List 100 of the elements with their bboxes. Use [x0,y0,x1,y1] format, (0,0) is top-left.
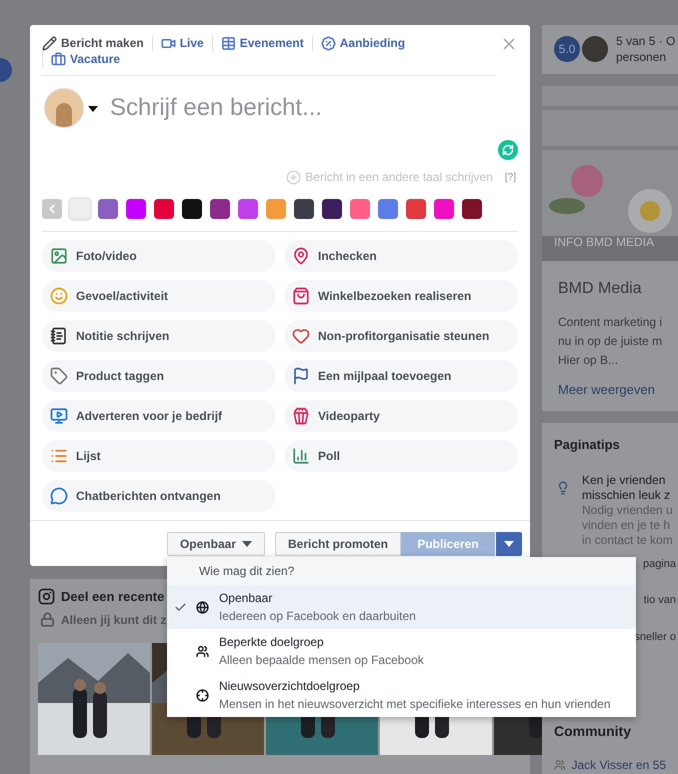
background-swatch[interactable] [406,199,426,219]
notebook-icon [50,327,68,345]
publish-options-button[interactable] [496,532,522,556]
card-subtitle: Alleen jij kunt dit z [61,612,166,628]
background-swatch[interactable] [322,199,342,219]
background-swatch[interactable] [350,199,370,219]
globe-icon [196,600,210,614]
post-option-button[interactable]: Adverteren voor je bedrijf [42,400,276,432]
composer-tab[interactable]: Evenement [212,35,312,51]
tip-description: Nodig vrienden u [582,502,673,518]
community-text: Jack Visser en 55 [572,757,666,774]
background-swatch[interactable] [210,199,230,219]
percent-badge-icon [320,36,336,50]
option-title: Nieuwsoverzichtdoelgroep [218,678,361,695]
page-description: Content marketing i [558,314,662,330]
lightbulb-icon [556,480,570,494]
rating-score: 5.0 [554,36,580,62]
option-description: Iedereen op Facebook en daarbuiten [218,608,416,625]
post-option-button[interactable]: Inchecken [284,240,518,272]
list-icon [50,447,68,465]
post-option-button[interactable]: Lijst [42,440,276,472]
audience-option[interactable]: Nieuwsoverzichtdoelgroep Mensen in het nieuwsoverzicht met specifieke interesses en hun vrienden [166,673,636,717]
page-description: Hier op B... [558,352,620,368]
promote-button[interactable]: Bericht promoten [274,532,401,556]
messenger-icon [50,487,68,505]
tag-icon [50,367,68,385]
composer-tab[interactable]: Live [152,35,212,51]
privacy-button[interactable]: Openbaar [166,532,265,556]
people-icon [554,758,566,772]
background-swatch[interactable] [434,199,454,219]
background-swatch[interactable] [238,199,258,219]
instagram-icon [38,588,55,606]
partial-text: tio van [644,593,676,608]
calendar-grid-icon [220,36,236,50]
card-title: Paginatips [553,436,621,454]
background-swatch[interactable] [378,199,398,219]
composer-tab[interactable]: Vacature [42,51,128,67]
check-icon [174,600,187,614]
background-swatch[interactable] [98,199,118,219]
post-option-button[interactable]: Product taggen [42,360,276,392]
image-caption: INFO BMD MEDIA [554,234,654,250]
audience-option[interactable]: Openbaar Iedereen op Facebook en daarbuiten [166,585,636,629]
post-option-button[interactable]: Gevoel/activiteit [42,280,276,312]
rating-text: 5 van 5 · O [616,33,676,50]
grammar-assistant-icon[interactable] [498,140,518,160]
shopping-bag-icon [292,287,310,305]
poll-icon [292,447,310,465]
plus-icon [286,170,302,184]
lock-icon [40,612,55,627]
post-text-field[interactable]: Schrijf een bericht... [110,88,516,128]
target-icon [196,688,210,702]
tip-description: in contact te kom [582,532,673,548]
map-pin-icon [292,247,310,265]
post-option-button[interactable]: Videoparty [284,400,518,432]
post-option-button[interactable]: Non-profitorganisatie steunen [284,320,518,352]
monitor-icon [50,407,68,425]
popcorn-icon [292,407,310,425]
smiley-icon [50,287,68,305]
partial-text: pagina [642,556,676,572]
page-description: nu in op de juiste m [558,332,662,350]
background-swatch[interactable] [462,199,482,219]
card-title: Deel een recente [61,588,164,606]
post-option-button[interactable]: Chatberichten ontvangen [42,480,276,512]
rating-subtext: personen [616,49,668,66]
tip-description: vinden en je te h [582,518,672,532]
composer-tab[interactable]: Aanbieding [312,35,414,51]
flag-icon [292,367,310,385]
post-option-button[interactable]: Winkelbezoeken realiseren [284,280,518,312]
avatar [44,88,84,128]
caret-icon [88,106,98,112]
background-swatch[interactable] [154,199,174,219]
partial-text: sneller o [634,630,676,644]
background-swatch[interactable] [294,199,314,219]
briefcase-icon [51,52,66,66]
post-option-button[interactable]: Een mijlpaal toevoegen [284,360,518,392]
composer-tab[interactable]: Bericht maken [42,35,152,51]
background-swatch[interactable] [70,199,90,219]
background-swatch[interactable] [126,199,146,219]
background-swatch[interactable] [266,199,286,219]
pencil-icon [42,36,57,50]
menu-heading: Wie mag dit zien? [166,557,636,585]
page-name: BMD Media [558,278,643,298]
option-description: Alleen bepaalde mensen op Facebook [218,652,424,669]
option-title: Openbaar [218,590,274,607]
post-option-button[interactable]: Notitie schrijven [42,320,276,352]
image-icon [50,247,68,265]
tip-text: misschien leuk z [582,488,672,502]
background-swatch[interactable] [182,199,202,219]
people-icon [196,644,210,658]
audience-option[interactable]: Beperkte doelgroep Alleen bepaalde mensen op Facebook [166,629,636,673]
option-description: Mensen in het nieuwsoverzicht met specifieke interesses en hun vrienden [218,696,611,713]
card-title: Community [553,722,632,741]
heart-coin-icon [292,327,310,345]
post-option-button[interactable]: Poll [284,440,518,472]
see-more-link[interactable]: Meer weergeven [558,380,662,399]
tip-text: Ken je vrienden [582,472,666,488]
badge-icon [0,58,12,82]
caret-icon [504,541,514,547]
post-option-button[interactable]: Foto/video [42,240,276,272]
caret-icon [242,541,252,547]
